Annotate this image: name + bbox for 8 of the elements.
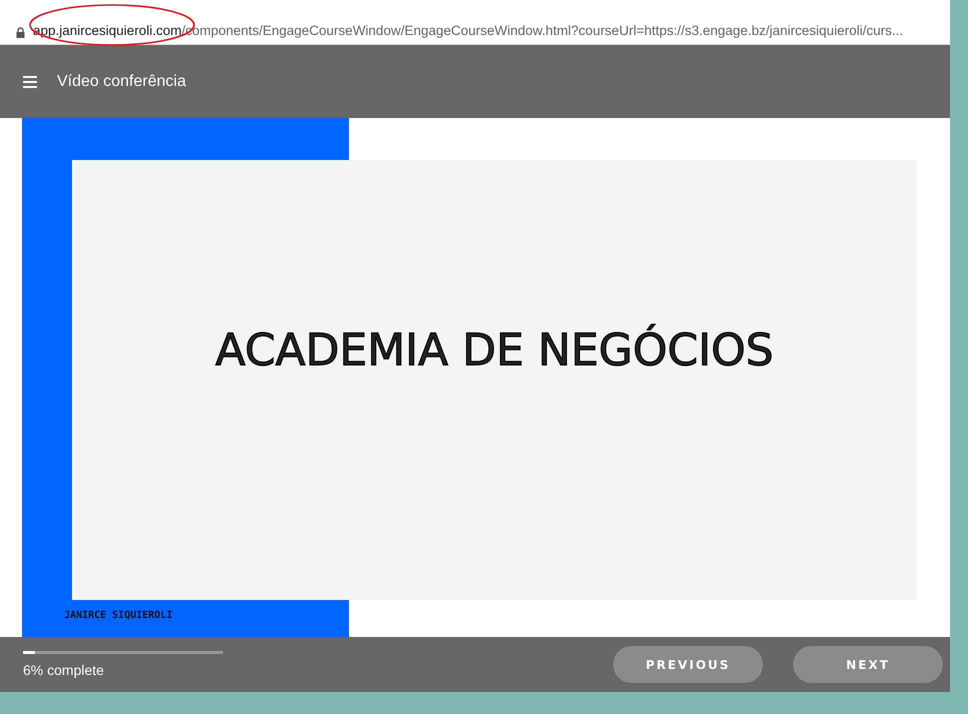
header-title: Vídeo conferência [57,72,186,90]
progress-label: 6% complete [23,662,105,678]
slide-title: ACADEMIA DE NEGÓCIOS [215,324,774,376]
slide-author: JANIRCE SIQUIEROLI [64,610,172,621]
next-button[interactable]: NEXT [793,646,943,683]
lock-icon [16,27,25,38]
previous-button[interactable]: PREVIOUS [613,646,763,683]
menu-icon[interactable] [23,76,37,88]
